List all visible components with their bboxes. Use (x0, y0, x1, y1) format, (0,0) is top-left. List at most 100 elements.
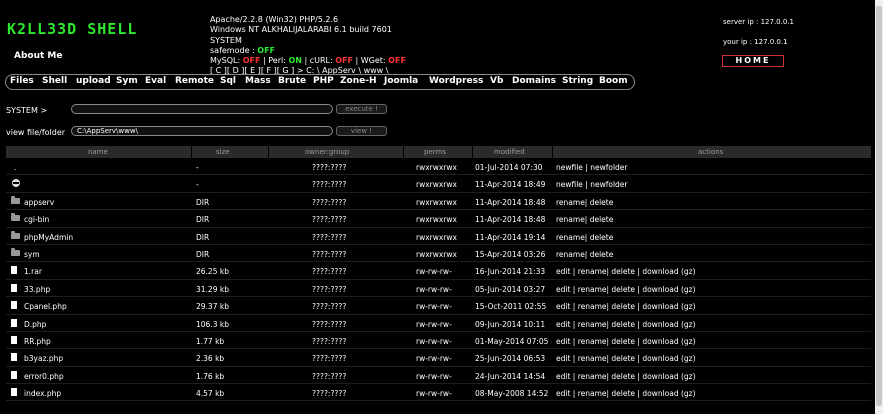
folder-icon (11, 247, 20, 256)
nav-vb[interactable]: Vb (490, 76, 503, 86)
col-modified[interactable]: modified (494, 148, 525, 156)
file-name[interactable]: . (14, 163, 16, 172)
nav-sym[interactable]: Sym (116, 76, 138, 86)
file-owner: ????:???? (312, 284, 347, 294)
file-modified: 05-Jun-2014 03:27 (475, 284, 546, 294)
file-actions[interactable]: edit | rename| delete | download (gz) (556, 302, 696, 311)
nav-joomla[interactable]: Joomla (384, 76, 418, 86)
file-actions[interactable]: rename| delete (556, 250, 613, 259)
safemode-status: safemode : OFF (210, 45, 276, 55)
file-owner: ????:???? (312, 371, 347, 381)
nav-php[interactable]: PHP (313, 76, 334, 86)
nav-files[interactable]: Files (10, 76, 34, 86)
home-button[interactable]: HOME (722, 55, 784, 67)
file-perms: rwxrwxrwx (416, 232, 457, 242)
file-size: 31.29 kb (196, 284, 229, 294)
file-owner: ????:???? (312, 267, 347, 277)
file-owner: ????:???? (312, 163, 347, 172)
file-icon (11, 353, 17, 362)
file-actions[interactable]: edit | rename| delete | download (gz) (556, 354, 696, 363)
file-actions[interactable]: newfile | newfolder (556, 180, 628, 189)
file-size: 1.77 kb (196, 336, 225, 346)
nav-sql[interactable]: Sql (220, 76, 236, 86)
file-actions[interactable]: newfile | newfolder (556, 163, 628, 172)
scrollbar-thumb[interactable] (876, 6, 882, 406)
nav-domains[interactable]: Domains (512, 76, 556, 86)
file-icon (11, 388, 17, 397)
nav-mass[interactable]: Mass (245, 76, 271, 86)
file-actions[interactable]: edit | rename| delete | download (gz) (556, 320, 696, 329)
file-actions[interactable]: rename| delete (556, 198, 613, 207)
file-name[interactable]: index.php (24, 389, 61, 398)
file-actions[interactable]: edit | rename| delete | download (gz) (556, 285, 696, 294)
nav-string[interactable]: String (562, 76, 593, 86)
file-name[interactable]: RR.php (24, 337, 51, 346)
nav-shell[interactable]: Shell (42, 76, 67, 86)
col-owner[interactable]: owner:group (305, 148, 349, 156)
file-actions[interactable]: edit | rename| delete | download (gz) (556, 337, 696, 346)
table-row: sym DIR????:???? rwxrwxrwx 15-Apr-2014 03:2… (6, 245, 871, 263)
system-label: SYSTEM > (6, 106, 48, 115)
table-row: 1.rar 26.25 kb????:???? rw-rw-rw- 16-Jun-20… (6, 262, 871, 280)
file-icon (11, 370, 17, 379)
file-actions[interactable]: rename| delete (556, 233, 613, 242)
view-label: view file/folder (6, 128, 66, 137)
col-actions[interactable]: actions (698, 148, 723, 156)
file-name[interactable]: phpMyAdmin (24, 233, 73, 242)
file-name[interactable]: 33.php (24, 285, 50, 294)
command-input[interactable] (71, 104, 333, 114)
file-perms: rw-rw-rw- (416, 336, 452, 346)
your-ip: your ip : 127.0.0.1 (723, 38, 788, 46)
nav-brute[interactable]: Brute (278, 76, 306, 86)
about-link[interactable]: About Me (14, 51, 63, 61)
file-perms: rw-rw-rw- (416, 319, 452, 329)
execute-button[interactable]: execute ! (336, 104, 387, 114)
file-perms: rwxrwxrwx (416, 197, 457, 207)
os-info: Windows NT ALKHALIJALARABI 6.1 build 760… (210, 25, 392, 35)
nav-eval[interactable]: Eval (145, 76, 166, 86)
file-name[interactable]: appserv (24, 198, 54, 207)
col-name[interactable]: name (88, 148, 108, 156)
file-actions[interactable]: edit | rename| delete | download (gz) (556, 389, 696, 398)
file-owner: ????:???? (312, 249, 347, 259)
view-button[interactable]: view ! (336, 126, 387, 136)
scrollbar[interactable] (875, 0, 883, 414)
table-row: RR.php 1.77 kb????:???? rw-rw-rw- 01-May-20… (6, 332, 871, 350)
file-size: 1.76 kb (196, 371, 225, 381)
nav-upload[interactable]: upload (76, 76, 111, 86)
file-perms: rwxrwxrwx (416, 163, 457, 172)
file-name[interactable]: 1.rar (24, 267, 42, 276)
file-name[interactable]: sym (24, 250, 40, 259)
file-actions[interactable]: edit | rename| delete | download (gz) (556, 267, 696, 276)
file-owner: ????:???? (312, 302, 347, 312)
folder-icon (11, 195, 20, 204)
table-row: phpMyAdmin DIR????:???? rwxrwxrwx 11-Apr-20… (6, 228, 871, 245)
file-name[interactable]: b3yaz.php (24, 354, 63, 363)
server-ip: server ip : 127.0.0.1 (723, 18, 794, 26)
file-name[interactable]: D.php (24, 320, 46, 329)
file-name[interactable]: cgi-bin (24, 215, 49, 224)
nav-zone-h[interactable]: Zone-H (340, 76, 377, 86)
nav-wordpress[interactable]: Wordpress (429, 76, 483, 86)
path-input[interactable]: C:\AppServ\www\ (71, 126, 333, 136)
nav-remote[interactable]: Remote (175, 76, 214, 86)
file-name[interactable]: error0.php (24, 372, 64, 381)
nav-boom[interactable]: Boom (599, 76, 628, 86)
folder-icon (11, 230, 20, 239)
file-perms: rw-rw-rw- (416, 267, 452, 277)
table-row: D.php 106.3 kb????:???? rw-rw-rw- 09-Jun-20… (6, 315, 871, 332)
col-size[interactable]: size (216, 148, 230, 156)
features-status: MySQL: OFF | Perl: ON | cURL: OFF | WGet… (210, 56, 406, 66)
file-icon (11, 283, 17, 292)
file-name[interactable]: Cpanel.php (24, 302, 67, 311)
file-modified: 15-Oct-2011 02:55 (475, 302, 547, 312)
file-size: 26.25 kb (196, 267, 229, 277)
col-perms[interactable]: perms (424, 148, 446, 156)
file-perms: rwxrwxrwx (416, 249, 457, 259)
file-actions[interactable]: rename| delete (556, 215, 613, 224)
file-icon (11, 301, 17, 310)
server-software: Apache/2.2.8 (Win32) PHP/5.2.6 (210, 15, 339, 24)
file-modified: 11-Apr-2014 19:14 (475, 232, 546, 242)
file-modified: 09-Jun-2014 10:11 (475, 319, 546, 329)
file-actions[interactable]: edit | rename| delete | download (gz) (556, 372, 696, 381)
